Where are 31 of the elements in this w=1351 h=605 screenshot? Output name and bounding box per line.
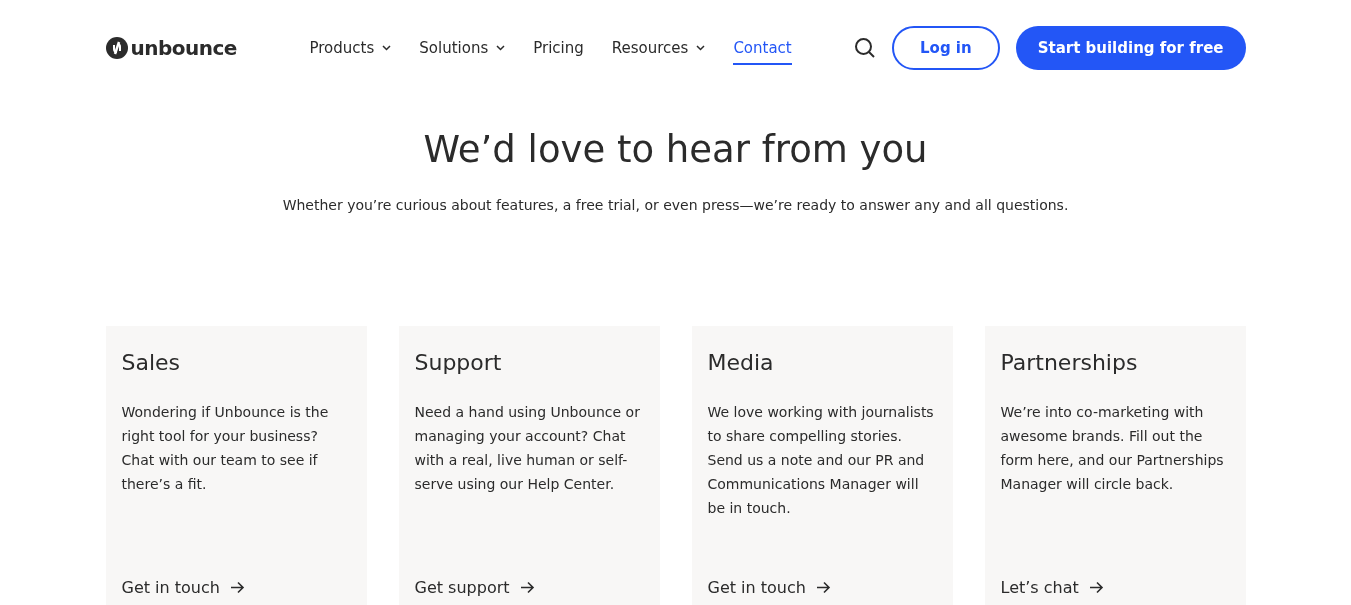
nav-link[interactable]: Products [309, 31, 392, 65]
search-icon[interactable] [854, 37, 876, 59]
arrow-right-icon [1088, 581, 1104, 594]
card-link[interactable]: Get support [414, 578, 535, 597]
card-link[interactable]: Get in touch [707, 578, 831, 597]
login-button[interactable]: Log in [892, 26, 1000, 70]
card-text: Need a hand using Unbounce or managing your account? Chat with a real, live human or self-serve using our Help Center. [414, 403, 641, 494]
nav-link[interactable]: Resources [611, 31, 706, 65]
card-link[interactable]: Get in touch [121, 578, 245, 597]
card-text: We’re into co-marketing with awesome brands. Fill out the form here, and our Partnerships Manager will circle back. [1000, 403, 1225, 494]
arrow-right-icon [229, 581, 245, 594]
chevron-down-icon [496, 45, 506, 51]
card-text: We love working with journalists to share compelling stories. Send us a note and our PR and Communications Manager will be in touch. [707, 403, 935, 518]
card-link[interactable]: Let’s chat [1000, 578, 1104, 597]
nav-link[interactable]: Contact [733, 31, 792, 65]
card-text: Wondering if Unbounce is the right tool for your business? Chat with our team to see if there’s a fit. [121, 403, 330, 494]
card-title: Support [414, 350, 503, 375]
arrow-right-icon [815, 581, 831, 594]
logo-text[interactable]: unbounce [130, 36, 237, 60]
page-heading: We’d love to hear from you [423, 128, 928, 171]
arrow-right-icon [519, 581, 535, 594]
chevron-down-icon [382, 45, 392, 51]
logo-icon [105, 37, 128, 59]
card-title: Sales [121, 350, 182, 375]
nav-link[interactable]: Solutions [419, 31, 506, 65]
chevron-down-icon [696, 45, 706, 51]
page-subtitle: Whether you’re curious about features, a free trial, or even press—we’re ready to answer any and all questions. [282, 197, 1069, 213]
nav-link[interactable]: Pricing [533, 31, 584, 65]
start-building-button[interactable]: Start building for free [1015, 26, 1246, 70]
card-title: Media [707, 350, 775, 375]
card-title: Partnerships [1000, 350, 1139, 375]
